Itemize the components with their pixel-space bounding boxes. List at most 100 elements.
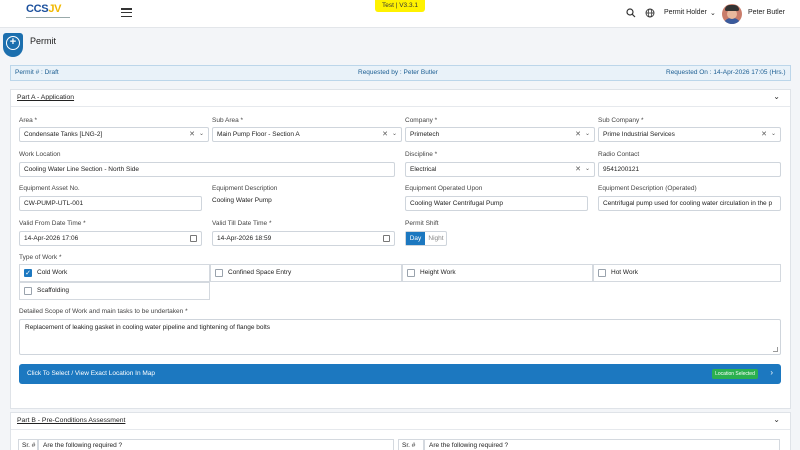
- checkbox-icon[interactable]: [598, 269, 606, 277]
- operated-upon-label: Equipment Operated Upon: [405, 185, 483, 192]
- company-label: Company *: [405, 117, 438, 124]
- discipline-select[interactable]: Electrical ✕ ⌄: [405, 162, 595, 177]
- role-selector[interactable]: Permit Holder: [664, 9, 707, 16]
- checkbox-icon[interactable]: [407, 269, 415, 277]
- sr-column-header: Sr. #: [18, 439, 38, 450]
- shift-day-button[interactable]: Day: [406, 232, 425, 245]
- clear-icon[interactable]: ✕: [382, 128, 388, 141]
- logo-underline: [26, 17, 70, 20]
- calendar-icon[interactable]: [190, 235, 197, 242]
- page-header: + Permit: [0, 28, 800, 60]
- chevron-down-icon[interactable]: ⌄: [771, 128, 776, 141]
- version-badge: Test | V3.3.1: [375, 0, 425, 12]
- sub-area-label: Sub Area *: [212, 117, 244, 124]
- location-selected-badge: Location Selected: [712, 369, 758, 379]
- app-logo[interactable]: CCSJV: [26, 3, 70, 23]
- sub-company-select[interactable]: Prime Industrial Services ✕ ⌄: [598, 127, 781, 142]
- valid-till-input[interactable]: 14-Apr-2026 18:59: [212, 231, 395, 246]
- requested-by: Requested by : Peter Butler: [358, 69, 438, 76]
- permit-shift-toggle: Day Night: [405, 231, 447, 246]
- permit-number: Permit # : Draft: [15, 69, 59, 76]
- company-select[interactable]: Primetech ✕ ⌄: [405, 127, 595, 142]
- part-a-title: Part A - Application: [17, 94, 75, 101]
- valid-from-value: 14-Apr-2026 17:06: [24, 235, 79, 242]
- scope-textarea[interactable]: Replacement of leaking gasket in cooling…: [19, 319, 781, 355]
- area-value: Condensate Tanks [LNG-2]: [24, 131, 103, 138]
- chevron-down-icon[interactable]: ⌄: [710, 9, 716, 17]
- work-type-label: Cold Work: [37, 269, 68, 276]
- search-icon[interactable]: [626, 8, 636, 18]
- type-of-work-label: Type of Work *: [19, 254, 62, 261]
- chevron-right-icon[interactable]: ›: [770, 368, 773, 377]
- chevron-down-icon[interactable]: ⌄: [585, 163, 590, 176]
- logo-text: CCSJV: [26, 3, 62, 15]
- globe-icon[interactable]: [645, 8, 655, 18]
- part-b-title: Part B - Pre-Conditions Assessment: [17, 417, 126, 424]
- radio-contact-input[interactable]: 9541200121: [598, 162, 781, 177]
- map-button-label: Click To Select / View Exact Location In…: [27, 370, 156, 377]
- menu-icon[interactable]: [121, 8, 132, 18]
- asset-no-input[interactable]: CW-PUMP-UTL-001: [19, 196, 202, 211]
- plus-circle-icon: +: [3, 33, 23, 57]
- permit-shift-label: Permit Shift: [405, 220, 439, 227]
- work-location-label: Work Location: [19, 151, 61, 158]
- area-label: Area *: [19, 117, 38, 124]
- discipline-value: Electrical: [410, 166, 437, 173]
- equipment-description-value: Cooling Water Pump: [212, 197, 272, 204]
- chevron-down-icon[interactable]: ⌄: [392, 128, 397, 141]
- equipment-description-label: Equipment Description: [212, 185, 278, 192]
- work-type-confined-space[interactable]: Confined Space Entry: [210, 264, 402, 282]
- work-type-label: Hot Work: [611, 269, 638, 276]
- calendar-icon[interactable]: [383, 235, 390, 242]
- work-type-height[interactable]: Height Work: [402, 264, 593, 282]
- sub-company-value: Prime Industrial Services: [603, 131, 675, 138]
- scope-label: Detailed Scope of Work and main tasks to…: [19, 308, 188, 315]
- top-bar: CCSJV Test | V3.3.1 Permit Holder ⌄ Pete…: [0, 0, 800, 28]
- clear-icon[interactable]: ✕: [575, 163, 581, 176]
- radio-contact-label: Radio Contact: [598, 151, 640, 158]
- valid-till-label: Valid Till Date Time *: [212, 220, 272, 227]
- company-value: Primetech: [410, 131, 440, 138]
- part-a-header[interactable]: Part A - Application ⌄: [11, 90, 790, 107]
- chevron-down-icon[interactable]: ⌄: [773, 415, 780, 424]
- requested-on: Requested On : 14-Apr-2026 17:05 (Hrs.): [666, 69, 786, 76]
- checkbox-icon[interactable]: [24, 287, 32, 295]
- required-column-header: Are the following required ?: [38, 439, 394, 450]
- scope-value: Replacement of leaking gasket in cooling…: [25, 324, 270, 331]
- valid-from-label: Valid From Date Time *: [19, 220, 86, 227]
- shift-night-button[interactable]: Night: [425, 232, 447, 245]
- clear-icon[interactable]: ✕: [189, 128, 195, 141]
- sr-column-header: Sr. #: [398, 439, 424, 450]
- work-type-scaffolding[interactable]: Scaffolding: [19, 282, 210, 300]
- valid-from-input[interactable]: 14-Apr-2026 17:06: [19, 231, 202, 246]
- required-column-header: Are the following required ?: [424, 439, 780, 450]
- work-location-input[interactable]: Cooling Water Line Section - North Side: [19, 162, 395, 177]
- work-type-label: Confined Space Entry: [228, 269, 292, 276]
- permit-info-bar: Permit # : Draft Requested by : Peter Bu…: [10, 65, 791, 81]
- area-select[interactable]: Condensate Tanks [LNG-2] ✕ ⌄: [19, 127, 209, 142]
- chevron-down-icon[interactable]: ⌄: [585, 128, 590, 141]
- part-a-card: Part A - Application ⌄ Area * Condensate…: [10, 89, 791, 409]
- equipment-description-operated-label: Equipment Description (Operated): [598, 185, 697, 192]
- avatar[interactable]: [722, 4, 742, 24]
- valid-till-value: 14-Apr-2026 18:59: [217, 235, 272, 242]
- sub-company-label: Sub Company *: [598, 117, 644, 124]
- checkbox-icon[interactable]: [215, 269, 223, 277]
- sub-area-value: Main Pump Floor - Section A: [217, 131, 300, 138]
- sub-area-select[interactable]: Main Pump Floor - Section A ✕ ⌄: [212, 127, 402, 142]
- chevron-down-icon[interactable]: ⌄: [199, 128, 204, 141]
- discipline-label: Discipline *: [405, 151, 438, 158]
- operated-upon-input[interactable]: Cooling Water Centrifugal Pump: [405, 196, 588, 211]
- part-b-header[interactable]: Part B - Pre-Conditions Assessment ⌄: [11, 413, 790, 430]
- clear-icon[interactable]: ✕: [575, 128, 581, 141]
- equipment-description-operated-input[interactable]: Centrifugal pump used for cooling water …: [598, 196, 781, 211]
- clear-icon[interactable]: ✕: [761, 128, 767, 141]
- resize-handle-icon[interactable]: [773, 347, 778, 352]
- work-type-cold[interactable]: ✓ Cold Work: [19, 264, 210, 282]
- work-type-hot[interactable]: Hot Work: [593, 264, 781, 282]
- chevron-down-icon[interactable]: ⌄: [773, 92, 780, 101]
- checkbox-checked-icon[interactable]: ✓: [24, 269, 32, 277]
- user-name[interactable]: Peter Butler: [748, 9, 785, 16]
- asset-no-label: Equipment Asset No.: [19, 185, 80, 192]
- map-location-button[interactable]: Click To Select / View Exact Location In…: [19, 364, 781, 384]
